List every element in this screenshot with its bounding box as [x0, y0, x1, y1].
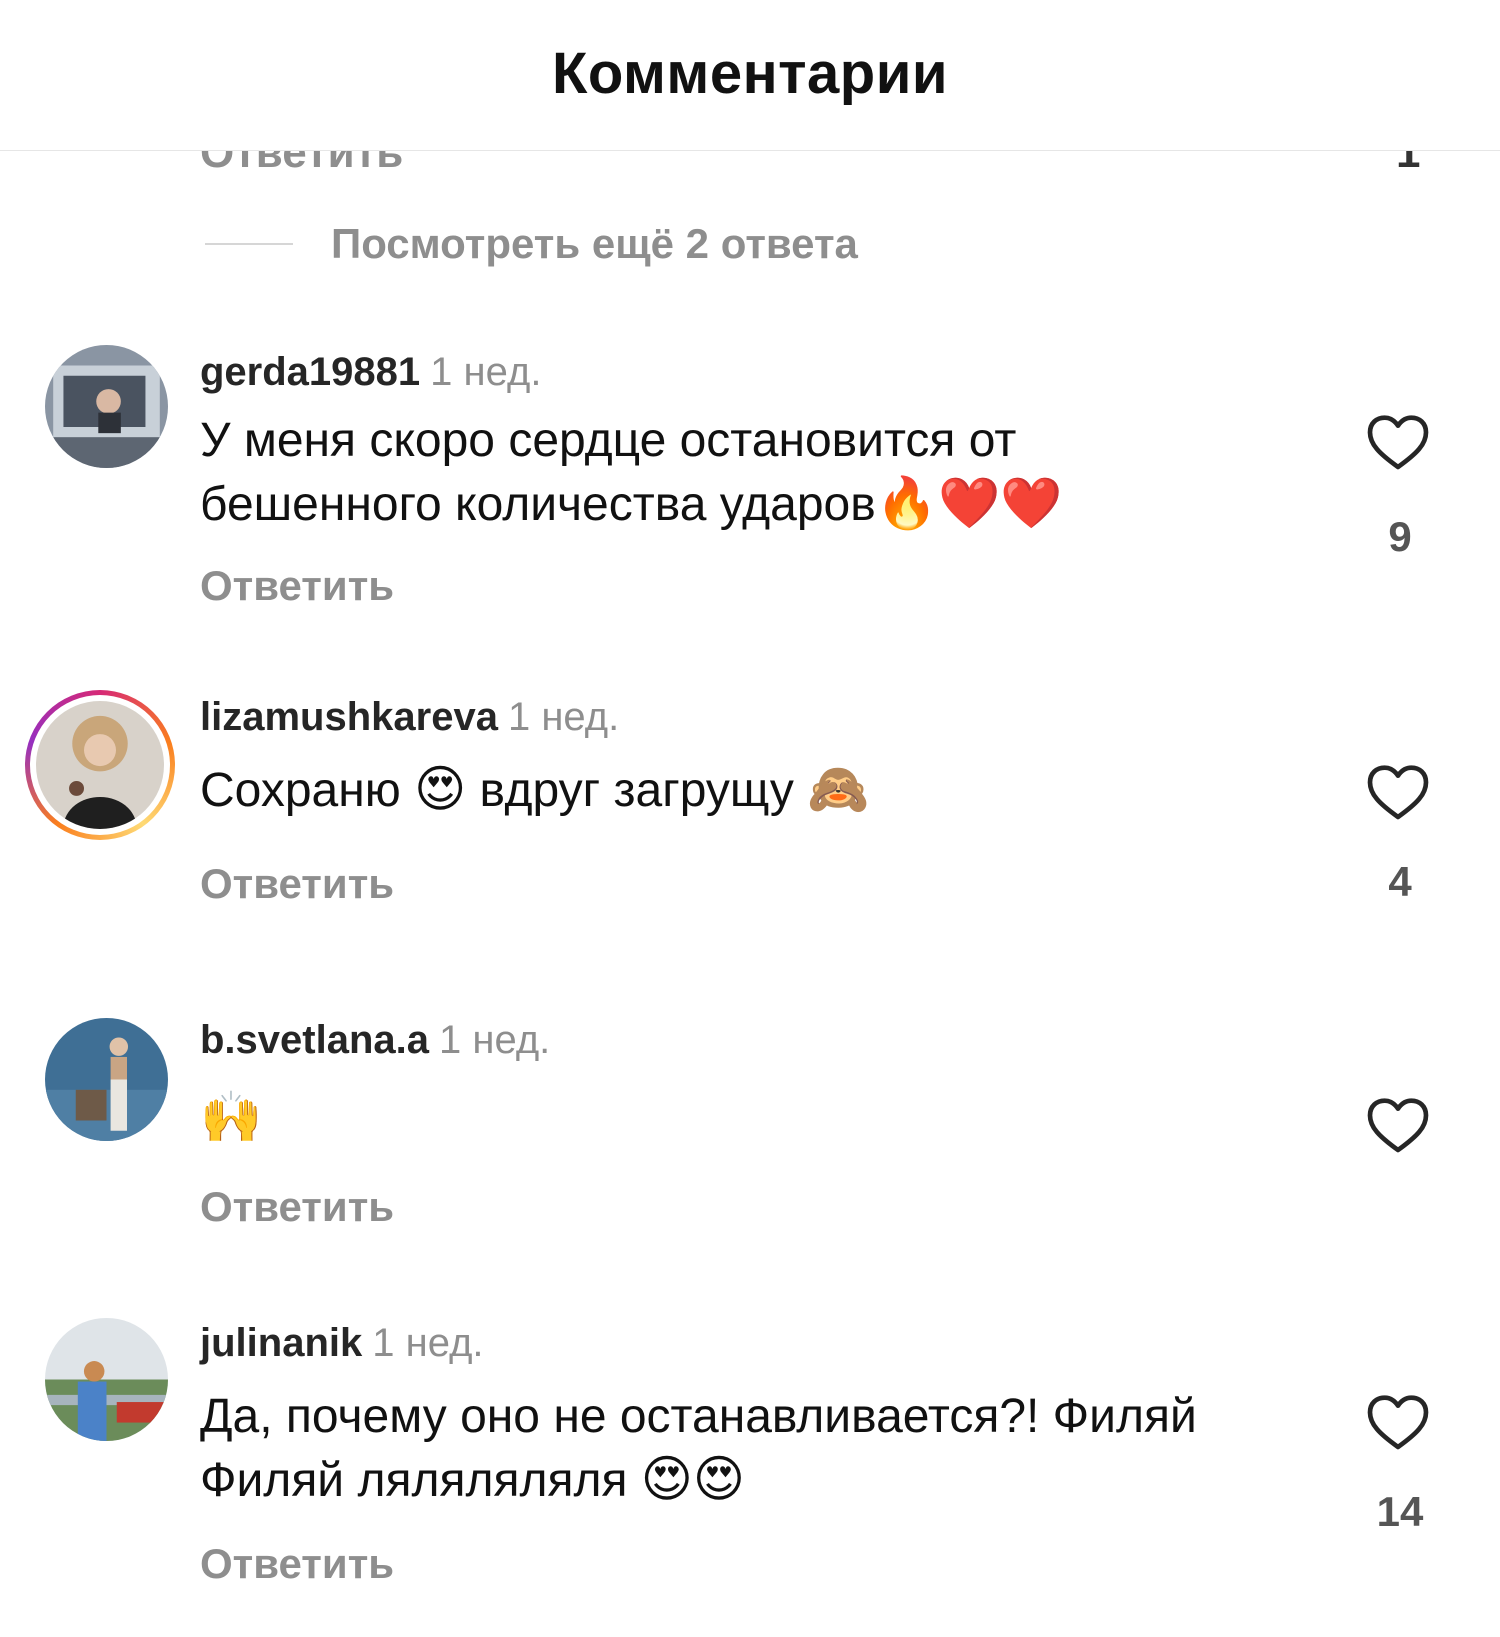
comment-emoji: 😍	[414, 760, 467, 818]
page-title: Комментарии	[551, 40, 949, 106]
heart-outline-icon[interactable]	[1366, 413, 1430, 473]
comment-text: вдруг загрущу	[479, 764, 794, 817]
heart-outline-icon[interactable]	[1366, 763, 1430, 823]
avatar[interactable]	[45, 345, 168, 468]
comment-emoji: 🙌	[200, 1088, 263, 1146]
comment-username[interactable]: lizamushkareva	[200, 695, 498, 739]
like-count: 9	[1388, 513, 1412, 560]
like-count: 4	[1388, 858, 1412, 905]
avatar-story-ring[interactable]	[25, 690, 175, 840]
comment-emoji: 🙈	[807, 760, 870, 818]
view-more-replies[interactable]: Посмотреть ещё 2 ответа	[205, 220, 858, 268]
comment-text: Сохраню	[200, 764, 401, 817]
heart-outline-icon[interactable]	[1366, 1393, 1430, 1453]
comments-header: Комментарии	[0, 0, 1500, 151]
comment-time: 1 нед.	[439, 1018, 551, 1062]
comment-time: 1 нед.	[507, 695, 620, 739]
like-count: 14	[1376, 1488, 1424, 1535]
reply-button[interactable]: Ответить	[200, 1540, 394, 1588]
replies-divider	[205, 243, 293, 245]
comment-username[interactable]: gerda19881	[200, 350, 420, 394]
heart-outline-icon[interactable]	[1366, 1096, 1430, 1156]
reply-button[interactable]: Ответить	[200, 1183, 394, 1231]
reply-button[interactable]: Ответить	[200, 562, 394, 610]
avatar[interactable]	[45, 1318, 168, 1441]
comment-emoji: 😍😍	[640, 1450, 746, 1508]
comment-username[interactable]: b.svetlana.a	[200, 1018, 429, 1062]
view-more-label: Посмотреть ещё 2 ответа	[331, 220, 858, 267]
comment-emoji: 🔥❤️❤️	[875, 474, 1063, 532]
reply-button[interactable]: Ответить	[200, 860, 394, 908]
comment-time: 1 нед.	[430, 350, 542, 394]
avatar[interactable]	[45, 1018, 168, 1141]
comment-username[interactable]: julinanik	[200, 1321, 362, 1365]
avatar	[36, 701, 164, 829]
comment-time: 1 нед.	[372, 1321, 484, 1365]
